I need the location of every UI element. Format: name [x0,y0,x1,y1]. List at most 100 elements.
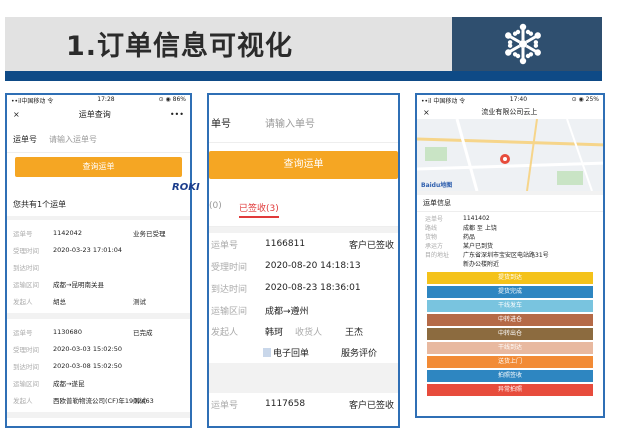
action-button[interactable]: 异常拍照 [427,384,593,396]
field-label: 运单号 [211,240,239,251]
order-field-row: 到达时间 [7,258,190,275]
info-value: 成都 至 上饶 [463,225,497,232]
service-review-link[interactable]: 服务评价 [341,346,377,359]
field-label: 到达时间 [13,263,39,272]
action-button[interactable]: 提货到达 [427,272,593,284]
map-view[interactable]: Baidu地图 [417,119,603,191]
field-value: 1166811 [265,239,306,249]
field-label: 到达时间 [13,362,39,371]
action-buttons: 提货到达提货完成干线发车中转进仓中转出仓干线到达送货上门拍照签收异常拍照 [417,272,603,396]
info-value: 新办公楼附近 [463,261,500,268]
action-button[interactable]: 干线到达 [427,342,593,354]
action-button[interactable]: 送货上门 [427,356,593,368]
screenshot-waybill-detail: ••il 中国移动 令 17:40 ⊙ ◉ 25% × 流业有限公司云上 Bai… [415,93,605,418]
close-icon[interactable]: × [423,108,430,117]
action-button[interactable]: 拍照签收 [427,370,593,382]
field-label: 运输区间 [13,379,39,388]
field-extra: 测试 [133,396,146,405]
field-value: 2020-08-20 14:18:13 [265,261,361,271]
order-field-row: 运单号 1166811 客户已签收 [211,233,398,255]
info-row: 货物 药品 [417,232,603,241]
receipt-icon [263,347,271,357]
field-extra: 测试 [133,297,146,306]
order-card[interactable]: 运单号 1166811 客户已签收受理时间 2020-08-20 14:18:13 到达… [209,233,398,321]
next-waybill-label: 运单号 [211,400,239,411]
order-card[interactable]: 运单号 1130680 已完成 受理时间 2020-03-03 15:02:50 到达时间… [7,319,190,412]
field-label: 受理时间 [211,262,248,273]
field-value: 成都→遵州 [265,306,309,317]
navbar: × 运单查询 ••• [7,105,190,123]
tab-signed[interactable]: 已签收(3) [239,201,279,218]
action-button[interactable]: 中转出仓 [427,328,593,340]
field-value: 成都→遂昆 [53,379,85,388]
screenshot-signed-orders: 单号 请输入单号 查询运单 (0) 已签收(3) 运单号 1166811 客户已签收… [207,93,400,428]
waybill-input[interactable]: 请输入运单号 [49,134,97,145]
order-field-row: 受理时间 2020-03-23 17:01:04 [7,241,190,258]
more-icon[interactable]: ••• [170,110,184,119]
order-field-row: 运单号 1130680 已完成 [7,323,190,340]
initiator-label: 发起人 [211,327,239,338]
info-row: 路线 成都 至 上饶 [417,223,603,232]
order-field-row: 运输区间 成都→遵州 [211,299,398,321]
action-button[interactable]: 干线发车 [427,300,593,312]
map-brand: Baidu地图 [421,182,453,189]
info-value: 药品 [463,234,476,241]
count-text: 您共有1个运单 [13,200,67,209]
order-field-row: 运输区间 成都→昆明南关县 [7,275,190,292]
status-bar: ••il中国移动 令 17:28 ⊙ ◉ 86% [7,95,190,105]
order-field-row: 到达时间 2020-08-23 18:36:01 [211,277,398,299]
order-card[interactable]: 运单号 1142042 业务已受理 受理时间 2020-03-23 17:01:04 到达… [7,220,190,313]
order-list: 运单号 1142042 业务已受理 受理时间 2020-03-23 17:01:04 到达… [7,220,190,418]
info-row: 承运方 某户已到货 [417,241,603,250]
battery-text: ⊙ ◉ 86% [158,96,186,103]
field-label: 运输区间 [211,306,248,317]
receiver-name: 王杰 [345,327,364,338]
battery-text: ⊙ ◉ 25% [571,96,599,103]
field-value: 1142042 [53,228,82,237]
info-label: 货物 [425,234,438,241]
status-badge: 客户已签收 [349,240,395,251]
field-label: 发起人 [13,396,33,405]
waybill-input-row: 单号 请输入单号 [209,103,398,143]
status-bar: ••il 中国移动 令 17:40 ⊙ ◉ 25% [417,95,603,105]
tab-pending[interactable]: (0) [209,201,239,218]
info-title: 运单信息 [417,195,603,212]
waybill-input[interactable]: 请输入单号 [265,115,315,130]
field-value: 2020-08-23 18:36:01 [265,283,361,293]
carrier-text: ••il 中国移动 令 [421,98,466,105]
next-status: 客户已签收 [349,400,395,411]
order-field-row: 到达时间 2020-03-08 15:02:50 [7,357,190,374]
info-value: 1141402 [463,215,490,222]
info-value: 广东省深圳市宝安区电站路31号 [463,252,549,259]
initiator-name: 韩珂 [265,327,284,338]
header-stripe [5,71,602,81]
info-row: 新办公楼附近 [417,259,603,268]
waybill-input-label: 单号 [211,119,231,130]
field-label: 到达时间 [211,284,248,295]
info-label: 目的地址 [425,252,450,259]
info-row: 运单号 1141402 [417,214,603,223]
action-button[interactable]: 提货完成 [427,286,593,298]
section-title: 1.订单信息可视化 [66,31,294,62]
field-value: 2020-03-08 15:02:50 [53,361,123,370]
screenshot-order-query: ••il中国移动 令 17:28 ⊙ ◉ 86% × 运单查询 ••• 运单号 … [5,93,192,428]
waybill-input-row: 运单号 请输入运单号 [7,127,190,153]
next-waybill-no: 1117658 [265,399,306,409]
waybill-input-label: 运单号 [13,135,37,144]
logo [452,17,602,71]
order-field-row: 受理时间 2020-03-03 15:02:50 [7,340,190,357]
status-badge: 已完成 [133,328,153,337]
field-label: 运输区间 [13,280,39,289]
waybill-info: 运单号 1141402 路线 成都 至 上饶货物 药品 承运方 某户已到货目的地址 广东省深圳… [417,212,603,272]
query-button[interactable]: 查询运单 [209,151,398,179]
query-button[interactable]: 查询运单 [15,157,182,177]
order-field-row: 受理时间 2020-08-20 14:18:13 [211,255,398,277]
close-icon[interactable]: × [13,110,20,119]
electronic-receipt-link[interactable]: 电子回单 [273,346,341,359]
info-label: 承运方 [425,243,444,250]
field-label: 受理时间 [13,345,39,354]
action-button[interactable]: 中转进仓 [427,314,593,326]
status-time: 17:40 [509,96,528,103]
info-row: 目的地址 广东省深圳市宝安区电站路31号 [417,250,603,259]
field-label: 受理时间 [13,246,39,255]
